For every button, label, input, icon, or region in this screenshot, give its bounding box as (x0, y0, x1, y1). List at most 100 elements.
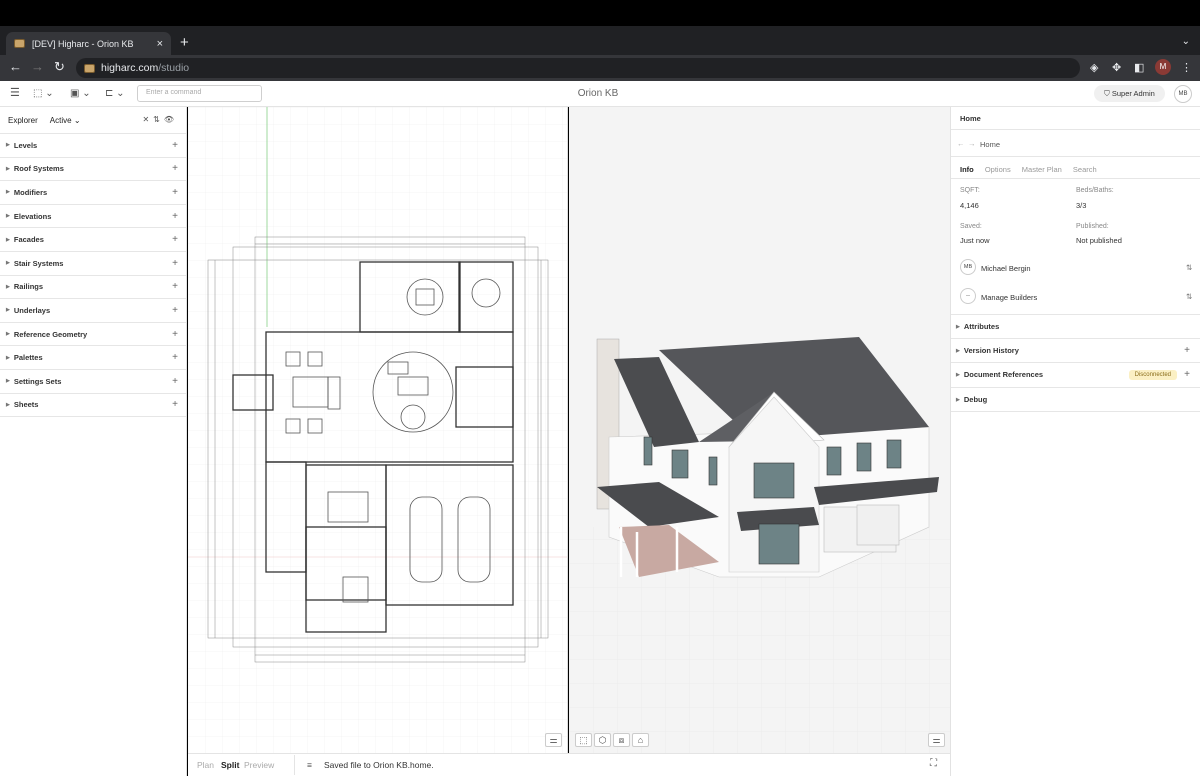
breadcrumb[interactable]: Home (980, 140, 1000, 149)
url-host: higharc.com (101, 62, 159, 74)
explorer-item[interactable]: ▶ Underlays + (0, 298, 186, 322)
filter-dropdown[interactable]: Active ⌄ (50, 116, 81, 125)
add-icon[interactable]: + (172, 399, 178, 410)
explorer-item[interactable]: ▶ Stair Systems + (0, 251, 186, 275)
add-icon[interactable]: + (172, 329, 178, 340)
tab-info[interactable]: Info (960, 165, 974, 174)
add-icon[interactable]: + (1184, 345, 1190, 356)
select-tool-icon[interactable]: ⬚ ⌄ (33, 88, 54, 99)
role-label: Super Admin (1111, 89, 1155, 98)
add-icon[interactable]: + (172, 211, 178, 222)
hexagon-view-icon[interactable]: ⬡ (594, 733, 611, 747)
explorer-item[interactable]: ▶ Roof Systems + (0, 156, 186, 181)
add-icon[interactable]: + (172, 187, 178, 198)
tab-close-icon[interactable]: × (157, 38, 163, 50)
caret-right-icon: ▶ (956, 347, 960, 354)
new-tab-button[interactable]: + (180, 34, 189, 52)
plan-view[interactable]: ⚌ (188, 107, 568, 753)
explorer-item[interactable]: ▶ Modifiers + (0, 180, 186, 204)
explorer-item-label: Sheets (13, 400, 39, 410)
back-arrow-icon[interactable]: ← (957, 139, 965, 148)
manage-builders-link[interactable]: Manage Builders (981, 293, 1037, 302)
house-view-icon[interactable]: ⌂ (632, 733, 649, 747)
swap-owner-icon[interactable]: ⇅ (1186, 263, 1192, 272)
caret-right-icon: ▶ (6, 331, 10, 338)
add-icon[interactable]: + (172, 352, 178, 363)
explorer-item-label: Facades (13, 235, 44, 245)
puzzle-extensions-icon[interactable]: ✥ (1112, 61, 1121, 74)
add-icon[interactable]: + (172, 234, 178, 245)
caret-right-icon: ▶ (956, 323, 960, 330)
inspector-section[interactable]: ▶ Attributes (951, 314, 1200, 338)
add-icon[interactable]: + (172, 281, 178, 292)
mode-preview[interactable]: Preview (244, 760, 274, 770)
command-input[interactable]: Enter a command (137, 85, 262, 102)
url-field[interactable]: higharc.com/studio (76, 58, 1080, 78)
tab-master-plan[interactable]: Master Plan (1022, 165, 1062, 174)
explorer-item-label: Underlays (13, 305, 51, 315)
add-icon[interactable]: + (172, 140, 178, 151)
profile-avatar[interactable]: M (1155, 59, 1171, 75)
explorer-item-label: Stair Systems (13, 258, 64, 268)
owner-avatar: MB (960, 259, 976, 275)
published-label: Published: (1076, 223, 1109, 230)
swap-builders-icon[interactable]: ⇅ (1186, 292, 1192, 301)
explorer-item-label: Palettes (13, 353, 43, 363)
add-icon[interactable]: + (1184, 369, 1190, 380)
snap-tool-icon[interactable]: ⊏ ⌄ (105, 88, 125, 99)
kebab-menu-icon[interactable]: ⋮ (1181, 61, 1192, 74)
tab-options[interactable]: Options (985, 165, 1011, 174)
user-avatar[interactable]: MB (1174, 85, 1192, 103)
3d-settings-sliders-icon[interactable]: ⚌ (928, 733, 945, 747)
mode-plan[interactable]: Plan (197, 760, 214, 770)
log-icon[interactable]: ≡ (307, 760, 312, 770)
add-icon[interactable]: + (172, 376, 178, 387)
site-favicon-icon (14, 39, 25, 48)
sidepanel-icon[interactable]: ◧ (1134, 61, 1144, 74)
reload-icon[interactable]: ↻ (54, 60, 65, 74)
caret-right-icon: ▶ (6, 260, 10, 267)
shield-icon: ⛉ (1104, 89, 1110, 98)
browser-tab[interactable]: [DEV] Higharc - Orion KB × (6, 32, 171, 55)
collapse-icon[interactable]: ✕ (142, 115, 153, 124)
inspector-section[interactable]: ▶ Version History + (951, 338, 1200, 362)
explorer-item[interactable]: ▶ Elevations + (0, 203, 186, 228)
forward-arrow-icon[interactable]: → (31, 60, 44, 74)
add-icon[interactable]: + (172, 305, 178, 316)
explorer-item[interactable]: ▶ Reference Geometry + (0, 321, 186, 346)
layers-tool-icon[interactable]: ▣ ⌄ (70, 88, 91, 99)
inspector-tabs: Info Options Master Plan Search (960, 165, 1106, 174)
extension-icon[interactable]: ◈ (1090, 61, 1098, 74)
inspector-section-label: Version History (963, 346, 1019, 355)
explorer-item[interactable]: ▶ Palettes + (0, 345, 186, 369)
frame-fit-icon[interactable]: ⛶ (930, 758, 937, 769)
hamburger-icon[interactable]: ☰ (10, 86, 20, 99)
mode-split[interactable]: Split (221, 760, 239, 770)
sort-icon[interactable]: ⇅ (153, 115, 164, 124)
eye-icon[interactable]: 👁 (164, 115, 178, 124)
inspector-section[interactable]: ▶ Document References Disconnected + (951, 362, 1200, 386)
super-admin-button[interactable]: ⛉ Super Admin (1094, 85, 1165, 102)
explorer-item[interactable]: ▶ Settings Sets + (0, 369, 186, 393)
plan-settings-sliders-icon[interactable]: ⚌ (545, 733, 562, 747)
explorer-item[interactable]: ▶ Railings + (0, 274, 186, 299)
explorer-item[interactable]: ▶ Facades + (0, 227, 186, 251)
caret-right-icon: ▶ (6, 213, 10, 220)
caret-right-icon: ▶ (6, 401, 10, 408)
site-favicon-icon (84, 63, 95, 73)
3d-view[interactable]: ⬚ ⬡ ⧈ ⌂ ⚌ (569, 107, 950, 753)
inspector-section[interactable]: ▶ Debug (951, 387, 1200, 411)
back-arrow-icon[interactable]: ← (9, 60, 22, 74)
explorer-item[interactable]: ▶ Sheets + (0, 392, 186, 417)
cube-icon[interactable]: ⧈ (613, 733, 630, 747)
add-icon[interactable]: + (172, 163, 178, 174)
explorer-item[interactable]: ▶ Levels + (0, 133, 186, 157)
tab-search[interactable]: Search (1073, 165, 1097, 174)
tab-search-chevron-icon[interactable]: ⌄ (1182, 36, 1190, 47)
forward-arrow-icon[interactable]: → (968, 139, 976, 148)
plan-view-icon[interactable]: ⬚ (575, 733, 592, 747)
builders-icon: -- (960, 288, 976, 304)
explorer-item-label: Railings (13, 282, 44, 292)
caret-right-icon: ▶ (6, 236, 10, 243)
add-icon[interactable]: + (172, 258, 178, 269)
